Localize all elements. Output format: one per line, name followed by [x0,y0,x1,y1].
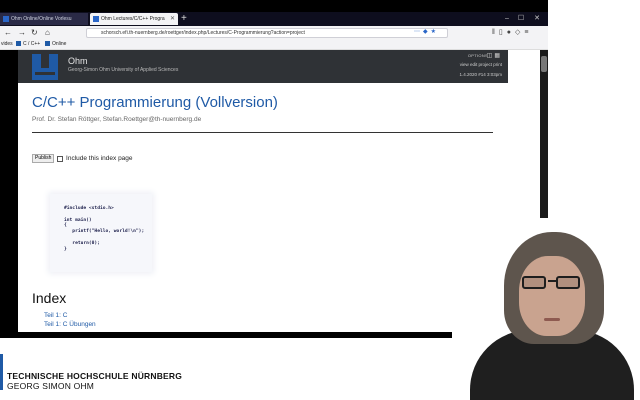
tab-title: Ohm Online/Online Vorlesu [11,16,72,22]
bookmarks-bar: vides C / C++ Online [0,40,548,50]
bookmark-videos[interactable]: vides [1,40,13,49]
bookmark-online[interactable]: Online [45,40,66,49]
page-title: C/C++ Programmierung (Vollversion) [32,94,278,111]
ohm-bookmark-icon [45,41,50,46]
bookmark-c-cpp[interactable]: C / C++ [16,40,40,49]
options-label[interactable]: OPTIONS [468,53,488,58]
code-snippet: #include <stdio.h> int main(){ printf("H… [64,206,145,252]
screen: Ohm Online/Online Vorlesu Ohm Lectures/C… [0,0,640,400]
url-text: schorsch.efi.th-nuernberg.de/roettger/in… [101,30,305,36]
navigation-toolbar: ← → ↻ ⌂ schorsch.efi.th-nuernberg.de/roe… [0,26,548,40]
url-actions: ⋯◆★ [414,28,439,36]
tab-bar: Ohm Online/Online Vorlesu Ohm Lectures/C… [0,12,548,26]
index-link-teil1-c[interactable]: Teil 1: C [44,312,67,319]
site-name: Ohm [68,56,88,66]
code-image: #include <stdio.h> int main(){ printf("H… [50,194,152,272]
include-index-checkbox[interactable] [57,155,64,162]
title-divider [32,132,493,133]
minimize-icon[interactable]: – [500,12,514,26]
home-icon[interactable]: ⌂ [45,26,50,40]
scrollbar-thumb[interactable] [541,56,547,72]
glasses-icon [522,276,582,290]
page-author: Prof. Dr. Stefan Röttger, Stefan.Roettge… [32,116,202,123]
site-subtitle: Georg-Simon Ohm University of Applied Sc… [68,67,179,73]
header-date: 1.4.2020 #14 3:03pm [459,72,502,77]
favicon-icon [93,16,99,22]
presenter-mouth [544,318,560,321]
menu-icon[interactable]: ≡ [524,29,532,36]
th-logo-bar [0,354,3,390]
university-name: TECHNISCHE HOCHSCHULE NÜRNBERG [7,371,183,381]
favicon-icon [3,16,9,22]
include-index-label: Include this index page [66,155,133,162]
publish-row: Publish Include this index page [32,154,133,164]
library-icon[interactable]: ‖ [492,29,499,36]
tab-online-vorlesung[interactable]: Ohm Online/Online Vorlesu [0,13,88,25]
index-heading: Index [32,290,67,306]
shield-icon[interactable]: ◆ [423,29,431,35]
toolbar-extensions: ‖▯●◇≡ [492,26,532,40]
university-subname: GEORG SIMON OHM [7,381,95,391]
back-arrow-icon[interactable]: ← [4,26,12,40]
url-bar[interactable]: schorsch.efi.th-nuernberg.de/roettger/in… [86,28,448,38]
extension-icon[interactable]: ◇ [515,29,524,36]
tab-title: Ohm Lectures/C/C++ Progra [101,16,165,22]
tab-lectures-active[interactable]: Ohm Lectures/C/C++ Progra ✕ [90,13,178,25]
presenter-face [519,256,585,336]
more-icon[interactable]: ⋯ [414,29,423,35]
webcam-presenter [452,218,640,400]
forward-arrow-icon[interactable]: → [18,26,26,40]
options-icons: ◫▦ [487,52,502,59]
reload-icon[interactable]: ↻ [31,26,38,40]
close-icon[interactable]: ✕ [530,12,544,26]
sidebar-icon[interactable]: ▯ [499,29,507,36]
star-icon[interactable]: ★ [431,29,439,35]
site-header: Ohm Georg-Simon Ohm University of Applie… [18,50,508,83]
maximize-icon[interactable]: ☐ [514,12,528,26]
publish-button[interactable]: Publish [32,154,55,163]
index-link-teil1-uebungen[interactable]: Teil 1: C Übungen [44,321,96,328]
account-icon[interactable]: ● [507,29,515,36]
ohm-bookmark-icon [16,41,21,46]
header-links[interactable]: view edit project print [460,62,502,67]
close-tab-icon[interactable]: ✕ [170,13,175,25]
plus-icon[interactable]: + [181,12,187,26]
grid-icon[interactable]: ▦ [494,53,502,59]
ohm-logo[interactable] [32,54,58,80]
